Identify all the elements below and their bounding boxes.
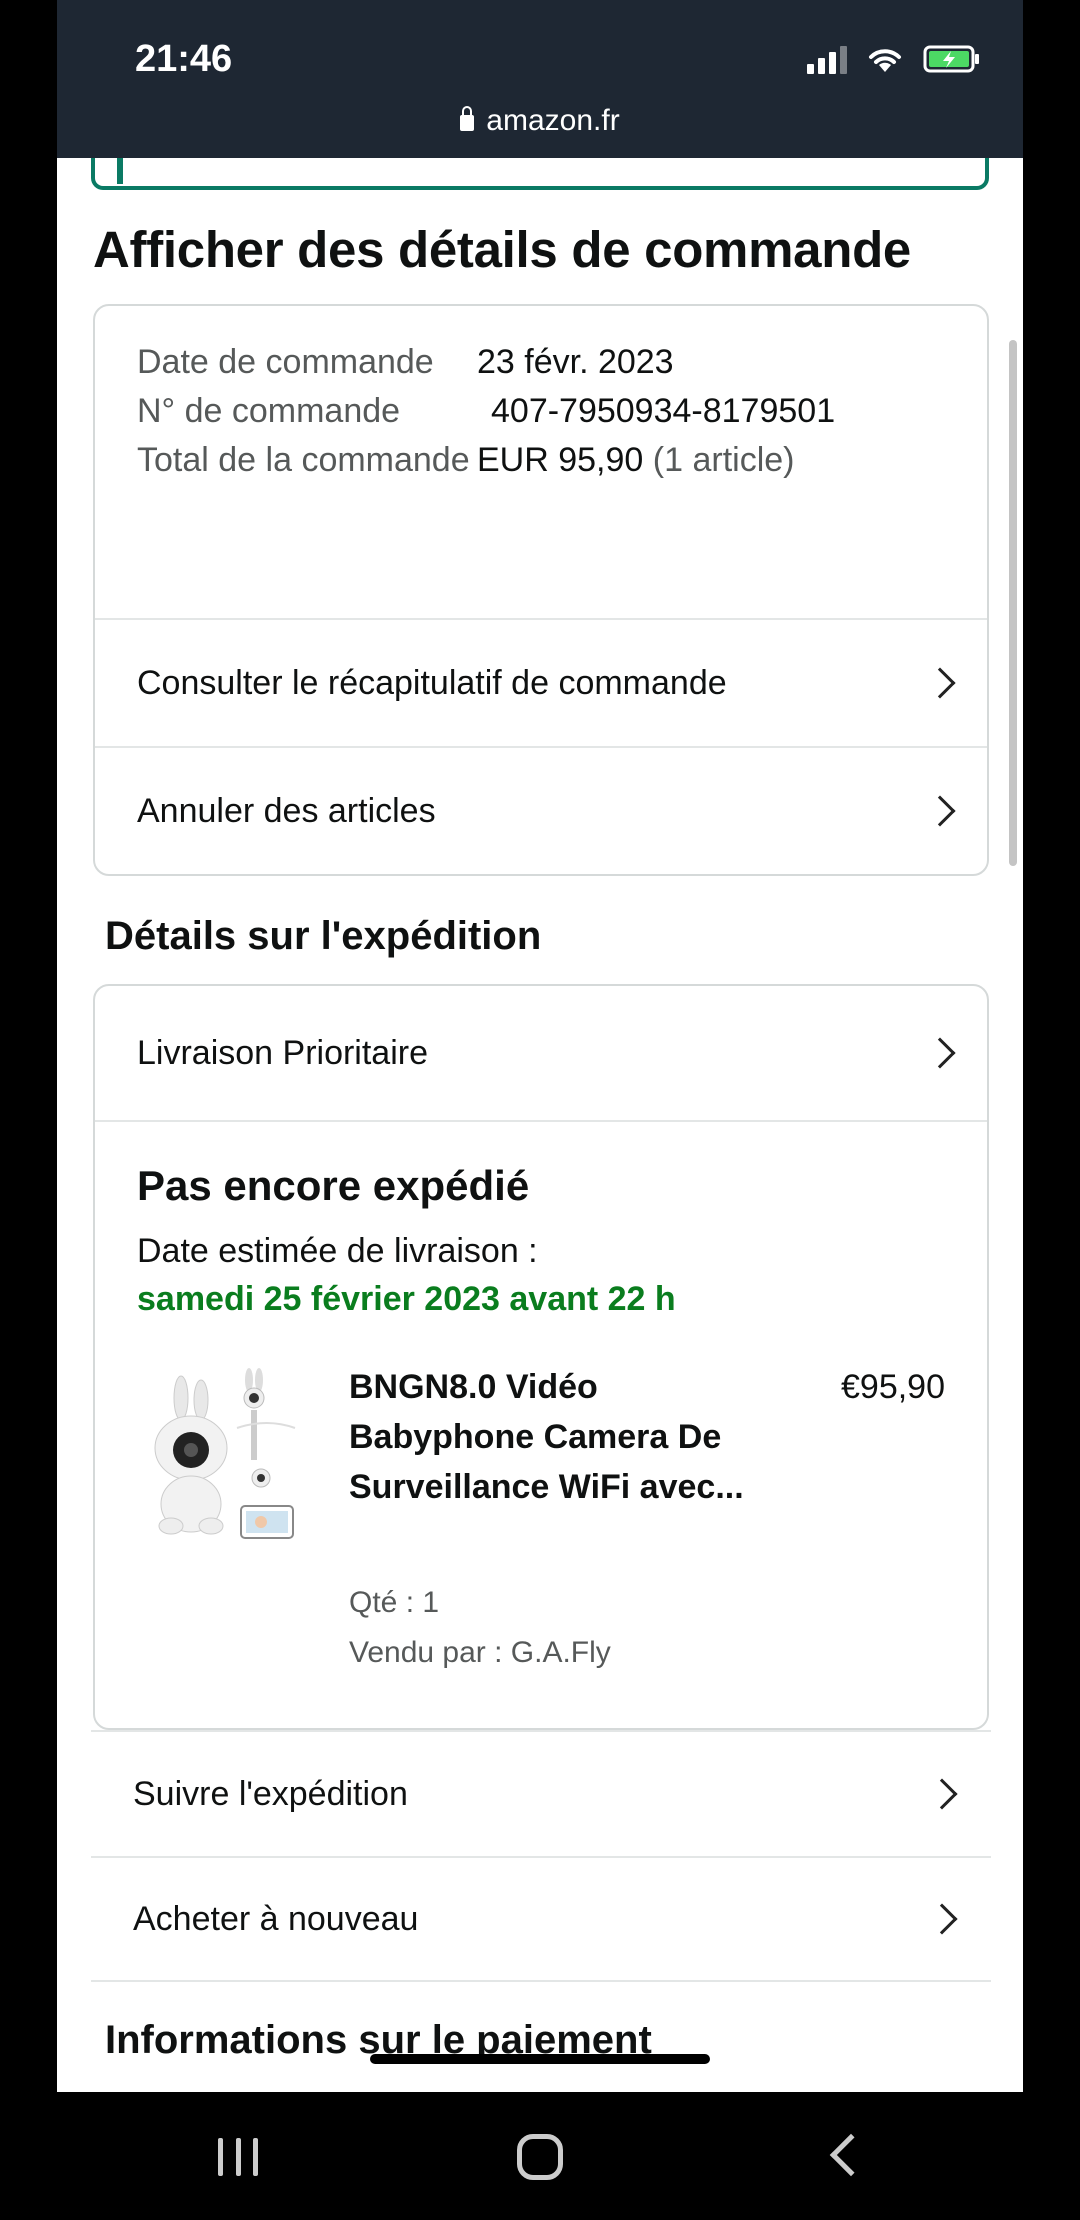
- order-total-value: EUR 95,90: [477, 441, 644, 479]
- address-bar[interactable]: amazon.fr: [57, 104, 1023, 138]
- order-number-value: 407-7950934-8179501: [491, 392, 836, 430]
- signal-icon: [807, 46, 847, 74]
- eta-date: samedi 25 février 2023 avant 22 h: [137, 1280, 676, 1318]
- cancel-items-label: Annuler des articles: [137, 791, 436, 830]
- cancel-items-link[interactable]: Annuler des articles: [95, 746, 987, 874]
- buy-again-label: Acheter à nouveau: [133, 1899, 419, 1938]
- shipment-status: Pas encore expédié: [137, 1162, 530, 1209]
- chevron-right-icon: [924, 1037, 956, 1069]
- web-page: Afficher des détails de commande Date de…: [57, 158, 1023, 2092]
- order-total: EUR 95,90 (1 article): [477, 436, 794, 485]
- shipping-section-title: Détails sur l'expédition: [105, 914, 542, 958]
- product-quantity: Qté : 1: [349, 1586, 440, 1619]
- chevron-right-icon: [926, 1903, 958, 1935]
- lock-icon: [460, 106, 475, 131]
- track-shipment-link[interactable]: Suivre l'expédition: [91, 1730, 991, 1856]
- back-icon[interactable]: [829, 2133, 873, 2177]
- system-navigation-bar: [0, 2092, 1080, 2220]
- order-info: Date de commande 23 févr. 2023 N° de com…: [137, 338, 835, 485]
- product-seller: Vendu par : G.A.Fly: [349, 1636, 611, 1669]
- scrollbar[interactable]: [1009, 340, 1017, 866]
- product-title-link[interactable]: BNGN8.0 Vidéo Babyphone Camera De Survei…: [349, 1362, 749, 1512]
- view-order-summary-link[interactable]: Consulter le récapitulatif de commande: [95, 618, 987, 746]
- track-shipment-label: Suivre l'expédition: [133, 1774, 408, 1813]
- product-image[interactable]: [145, 1366, 303, 1566]
- shipment-card: Livraison Prioritaire Pas encore expédié…: [93, 984, 989, 1730]
- order-date-value: 23 févr. 2023: [477, 343, 674, 381]
- status-icons: [807, 44, 981, 74]
- page-title: Afficher des détails de commande: [93, 221, 911, 278]
- gesture-bar: [370, 2054, 710, 2064]
- recents-icon[interactable]: [218, 2138, 258, 2176]
- chevron-right-icon: [924, 667, 956, 699]
- order-summary-card: Date de commande 23 févr. 2023 N° de com…: [93, 304, 989, 876]
- buy-again-link[interactable]: Acheter à nouveau: [91, 1856, 991, 1982]
- alert-banner: [91, 158, 989, 190]
- order-number-label: N° de commande: [137, 392, 401, 430]
- browser-status-bar: 21:46 amazon.fr: [57, 0, 1023, 158]
- order-total-label: Total de la commande: [137, 441, 470, 479]
- wifi-icon: [869, 49, 901, 72]
- clock: 21:46: [135, 38, 233, 80]
- url-text: amazon.fr: [486, 104, 620, 137]
- battery-charging-icon: [923, 45, 979, 73]
- delivery-method-link[interactable]: Livraison Prioritaire: [95, 986, 987, 1122]
- product-price: €95,90: [841, 1368, 945, 1406]
- order-date-label: Date de commande: [137, 343, 434, 381]
- delivery-method-label: Livraison Prioritaire: [137, 1033, 428, 1072]
- chevron-right-icon: [924, 795, 956, 827]
- view-order-summary-label: Consulter le récapitulatif de commande: [137, 663, 727, 702]
- order-item-count: (1 article): [652, 441, 795, 479]
- home-icon[interactable]: [517, 2134, 563, 2180]
- eta-label: Date estimée de livraison :: [137, 1232, 538, 1270]
- chevron-right-icon: [926, 1778, 958, 1810]
